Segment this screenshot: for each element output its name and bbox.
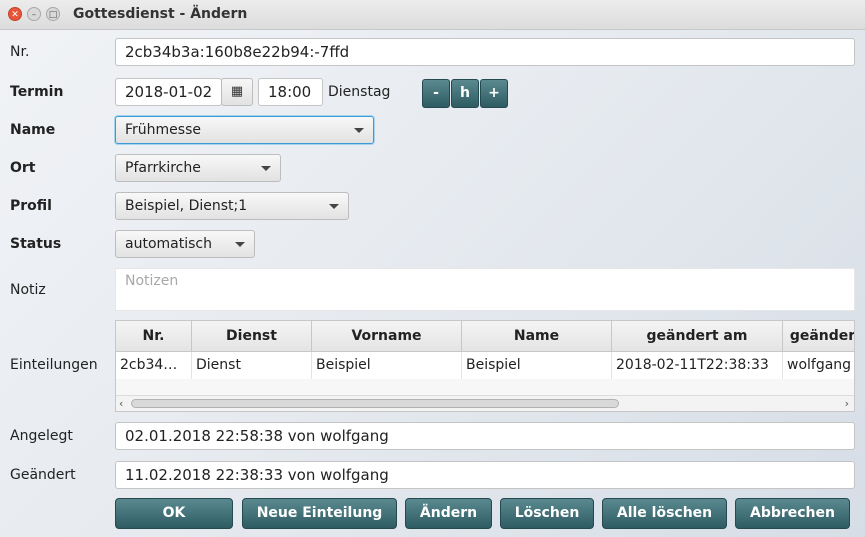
table-header: Nr. Dienst Vorname Name geändert am geän…	[116, 321, 854, 352]
table-cell: 2cb34…	[116, 352, 192, 379]
column-header-nr[interactable]: Nr.	[116, 321, 192, 351]
table-row[interactable]: 2cb34… Dienst Beispiel Beispiel 2018-02-…	[116, 352, 854, 379]
chevron-down-icon	[329, 204, 339, 209]
delete-all-button[interactable]: Alle löschen	[602, 498, 727, 529]
nr-field[interactable]: 2cb34b3a:160b8e22b94:-7ffd	[115, 38, 855, 66]
notiz-textarea[interactable]: Notizen	[115, 268, 855, 311]
horizontal-scrollbar[interactable]: ‹ ›	[116, 395, 854, 411]
nr-label: Nr.	[10, 44, 30, 60]
new-assignment-button[interactable]: Neue Einteilung	[242, 498, 397, 529]
notiz-placeholder: Notizen	[125, 273, 179, 289]
table-cell: Beispiel	[462, 352, 612, 379]
weekday-label: Dienstag	[328, 84, 391, 100]
date-field[interactable]: 2018-01-02	[115, 78, 222, 106]
chevron-down-icon	[261, 166, 271, 171]
angelegt-label: Angelegt	[10, 428, 73, 444]
column-header-geaendert-von[interactable]: geänder	[783, 321, 854, 351]
edit-button[interactable]: Ändern	[405, 498, 492, 529]
increment-button[interactable]: +	[480, 79, 508, 108]
status-label: Status	[10, 236, 62, 252]
ok-button[interactable]: OK	[115, 498, 233, 529]
time-field[interactable]: 18:00	[258, 78, 323, 106]
chevron-down-icon	[354, 128, 364, 133]
minimize-window-icon[interactable]: –	[27, 7, 41, 21]
hour-button[interactable]: h	[451, 79, 479, 108]
delete-button[interactable]: Löschen	[500, 498, 594, 529]
calendar-icon[interactable]: ▦	[221, 78, 253, 106]
decrement-button[interactable]: -	[422, 79, 450, 108]
table-cell: Beispiel	[312, 352, 462, 379]
status-select-value: automatisch	[125, 236, 212, 252]
ort-label: Ort	[10, 160, 36, 176]
ort-select[interactable]: Pfarrkirche	[115, 154, 281, 182]
table-cell: wolfgang	[783, 352, 854, 379]
angelegt-field[interactable]: 02.01.2018 22:58:38 von wolfgang	[115, 422, 855, 450]
title-bar: ✕ – □ Gottesdienst - Ändern	[0, 0, 865, 30]
einteilungen-label: Einteilungen	[10, 357, 98, 373]
scroll-right-icon[interactable]: ›	[845, 397, 849, 410]
profil-label: Profil	[10, 198, 52, 214]
column-header-vorname[interactable]: Vorname	[312, 321, 462, 351]
table-cell: Dienst	[192, 352, 312, 379]
table-cell: 2018-02-11T22:38:33	[612, 352, 783, 379]
name-select[interactable]: Frühmesse	[115, 116, 374, 144]
name-label: Name	[10, 122, 56, 138]
profil-select[interactable]: Beispiel, Dienst;1	[115, 192, 349, 220]
geaendert-label: Geändert	[10, 467, 76, 483]
name-select-value: Frühmesse	[125, 122, 201, 138]
status-select[interactable]: automatisch	[115, 230, 255, 258]
geaendert-field[interactable]: 11.02.2018 22:38:33 von wolfgang	[115, 461, 855, 489]
column-header-geaendert-am[interactable]: geändert am	[612, 321, 783, 351]
termin-label: Termin	[10, 84, 64, 100]
chevron-down-icon	[235, 242, 245, 247]
maximize-window-icon[interactable]: □	[46, 7, 60, 21]
profil-select-value: Beispiel, Dienst;1	[125, 198, 248, 214]
ort-select-value: Pfarrkirche	[125, 160, 201, 176]
column-header-dienst[interactable]: Dienst	[192, 321, 312, 351]
empty-table-row	[116, 379, 854, 395]
notiz-label: Notiz	[10, 282, 46, 298]
column-header-name[interactable]: Name	[462, 321, 612, 351]
dialog-window: ✕ – □ Gottesdienst - Ändern Nr. 2cb34b3a…	[0, 0, 865, 537]
scrollbar-thumb[interactable]	[131, 399, 619, 408]
einteilungen-table: Nr. Dienst Vorname Name geändert am geän…	[115, 320, 855, 412]
scroll-left-icon[interactable]: ‹	[119, 397, 123, 410]
window-title: Gottesdienst - Ändern	[73, 6, 248, 22]
close-window-icon[interactable]: ✕	[8, 7, 22, 21]
cancel-button[interactable]: Abbrechen	[735, 498, 850, 529]
